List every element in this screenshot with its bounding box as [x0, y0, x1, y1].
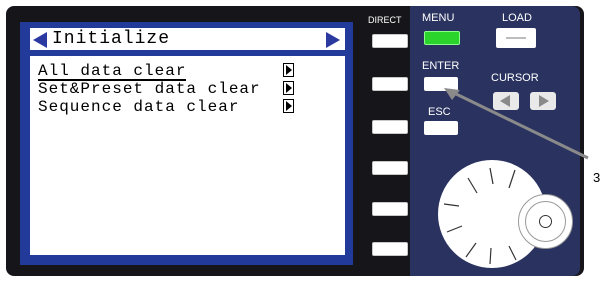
direct-label: DIRECT [368, 15, 402, 25]
right-arrow-icon [326, 32, 340, 48]
submenu-arrow-icon [283, 63, 294, 77]
menu-item-sequence-data-clear[interactable]: Sequence data clear [38, 99, 239, 115]
left-arrow-icon [33, 32, 47, 48]
softkey-5[interactable] [372, 202, 408, 216]
menu-label: MENU [422, 12, 455, 24]
softkey-3[interactable] [372, 120, 408, 134]
menu-button[interactable] [424, 31, 460, 45]
menu-item-all-data-clear[interactable]: All data clear [38, 63, 187, 81]
submenu-arrow-icon [283, 99, 294, 113]
softkey-4[interactable] [372, 161, 408, 175]
lcd-title: Initialize [52, 29, 171, 49]
cursor-label: CURSOR [491, 72, 539, 84]
callout-number: 3 [593, 170, 601, 185]
softkey-6[interactable] [372, 242, 408, 256]
menu-item-set-preset-data-clear[interactable]: Set&Preset data clear [38, 81, 261, 97]
enter-label: ENTER [422, 60, 460, 72]
softkey-2[interactable] [372, 77, 408, 91]
callout-line [444, 88, 589, 160]
softkey-1[interactable] [372, 34, 408, 48]
load-button[interactable] [496, 28, 536, 48]
load-label: LOAD [502, 12, 532, 24]
dial-grip-icon [539, 215, 552, 228]
submenu-arrow-icon [283, 81, 294, 95]
